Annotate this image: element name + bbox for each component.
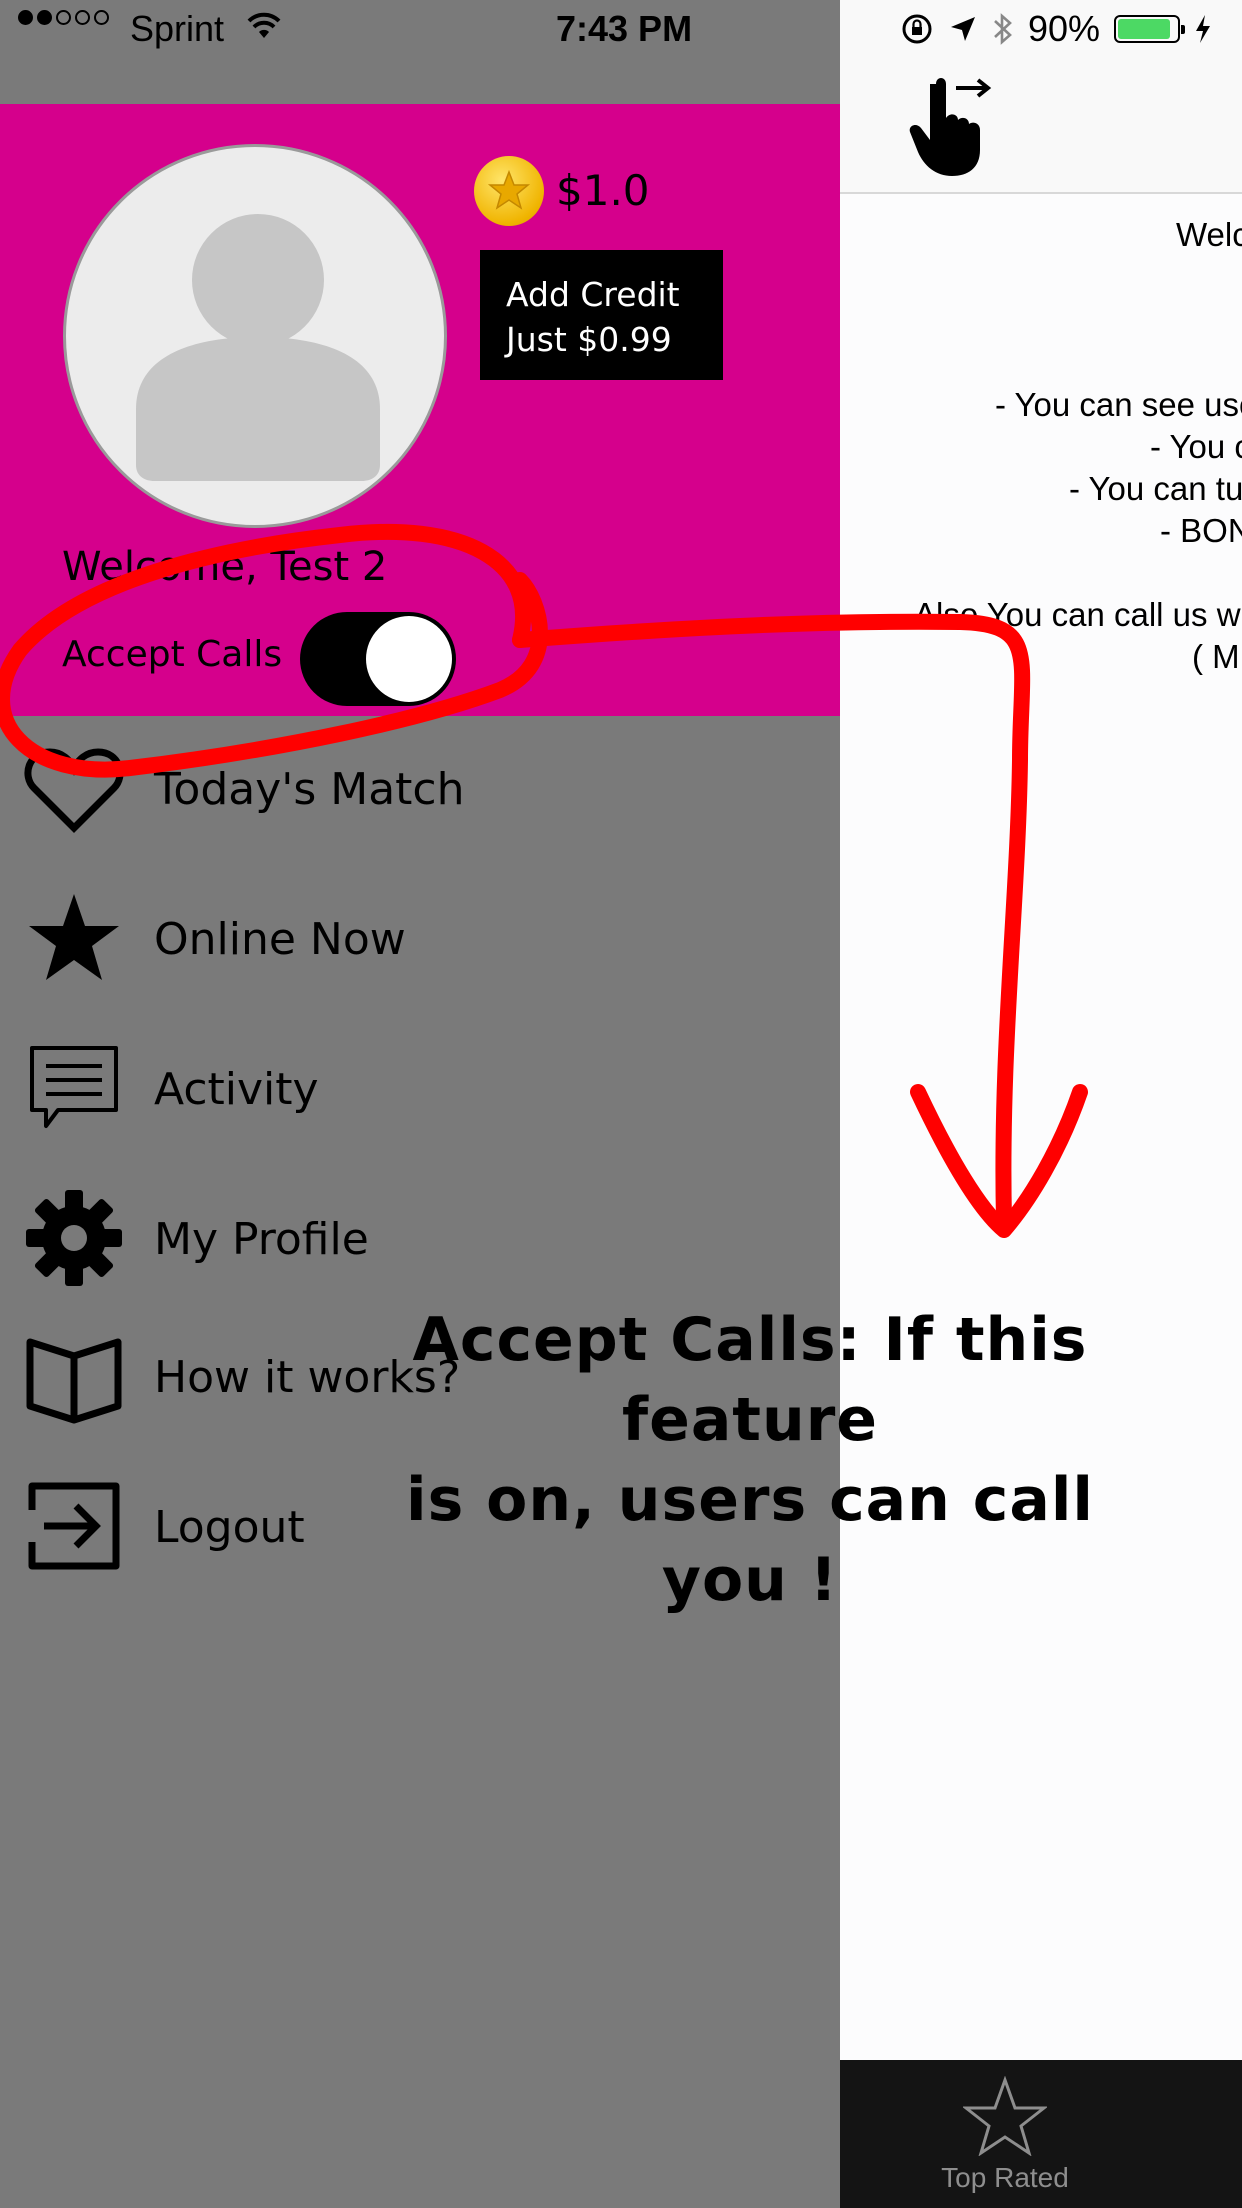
menu-item-todays-match[interactable]: Today's Match	[0, 728, 840, 848]
menu-item-label: My Profile	[154, 1214, 369, 1265]
annotation-line: is on, users can call you !	[406, 1465, 1094, 1615]
avatar[interactable]	[63, 144, 447, 528]
book-icon	[26, 1338, 122, 1424]
menu-item-label: Activity	[154, 1064, 319, 1115]
battery-percent: 90%	[1028, 8, 1101, 49]
signal-strength-icon	[18, 10, 109, 25]
tab-top-rated[interactable]: Top Rated	[925, 2075, 1085, 2194]
welcome-line: ( M	[1192, 638, 1240, 675]
charging-bolt-icon	[1196, 15, 1211, 43]
welcome-line: - BON	[1160, 512, 1242, 549]
clock: 7:43 PM	[556, 8, 693, 49]
rotation-lock-icon	[902, 14, 932, 44]
chat-bubble-icon	[30, 1046, 118, 1128]
battery-icon	[1114, 15, 1186, 43]
swipe-hand-icon[interactable]	[906, 72, 996, 180]
welcome-user-text: Welcome, Test 2	[62, 544, 388, 590]
add-credit-button[interactable]: Add Credit Just $0.99	[480, 250, 723, 380]
add-credit-label: Add Credit	[506, 275, 680, 314]
gear-icon	[26, 1190, 122, 1286]
person-placeholder-icon	[136, 214, 380, 481]
logout-icon	[28, 1482, 120, 1570]
location-arrow-icon	[951, 17, 975, 41]
welcome-line: Also You can call us wit	[914, 596, 1242, 633]
accept-calls-toggle[interactable]	[300, 612, 456, 706]
menu-item-activity[interactable]: Activity	[0, 1028, 840, 1148]
welcome-line: - You c	[1150, 428, 1242, 465]
heart-icon	[24, 748, 124, 833]
tab-label: Top Rated	[941, 2162, 1069, 2193]
carrier-name: Sprint	[130, 8, 225, 49]
bluetooth-icon	[994, 13, 1012, 45]
add-credit-price: Just $0.99	[506, 320, 672, 359]
star-icon	[29, 894, 119, 980]
menu-item-label: Logout	[154, 1502, 305, 1553]
menu-item-online-now[interactable]: Online Now	[0, 878, 840, 998]
navigation-bar	[840, 62, 1242, 194]
menu-item-my-profile[interactable]: My Profile	[0, 1178, 840, 1298]
annotation-line: Accept Calls: If this feature	[412, 1305, 1088, 1455]
main-content-panel: Welc - You can see use - You c - You can…	[840, 62, 1242, 2208]
tab-bar: Top Rated	[840, 2060, 1242, 2208]
coin-icon	[474, 156, 544, 226]
menu-item-label: Online Now	[154, 914, 406, 965]
credit-balance: $1.0	[556, 166, 650, 215]
annotation-caption: Accept Calls: If this feature is on, use…	[350, 1300, 1150, 1620]
accept-calls-label: Accept Calls	[62, 634, 283, 675]
wifi-icon	[247, 12, 281, 38]
star-outline-icon	[961, 2075, 1049, 2157]
profile-header: $1.0 Add Credit Just $0.99 Welcome, Test…	[0, 104, 840, 716]
welcome-line: - You can see use	[995, 386, 1242, 423]
side-menu: $1.0 Add Credit Just $0.99 Welcome, Test…	[0, 62, 840, 2208]
welcome-line: - You can tur	[1069, 470, 1242, 507]
menu-item-label: Today's Match	[154, 764, 465, 815]
status-bar: Sprint 7:43 PM 90%	[0, 0, 1242, 62]
welcome-line: Welc	[1176, 216, 1242, 253]
